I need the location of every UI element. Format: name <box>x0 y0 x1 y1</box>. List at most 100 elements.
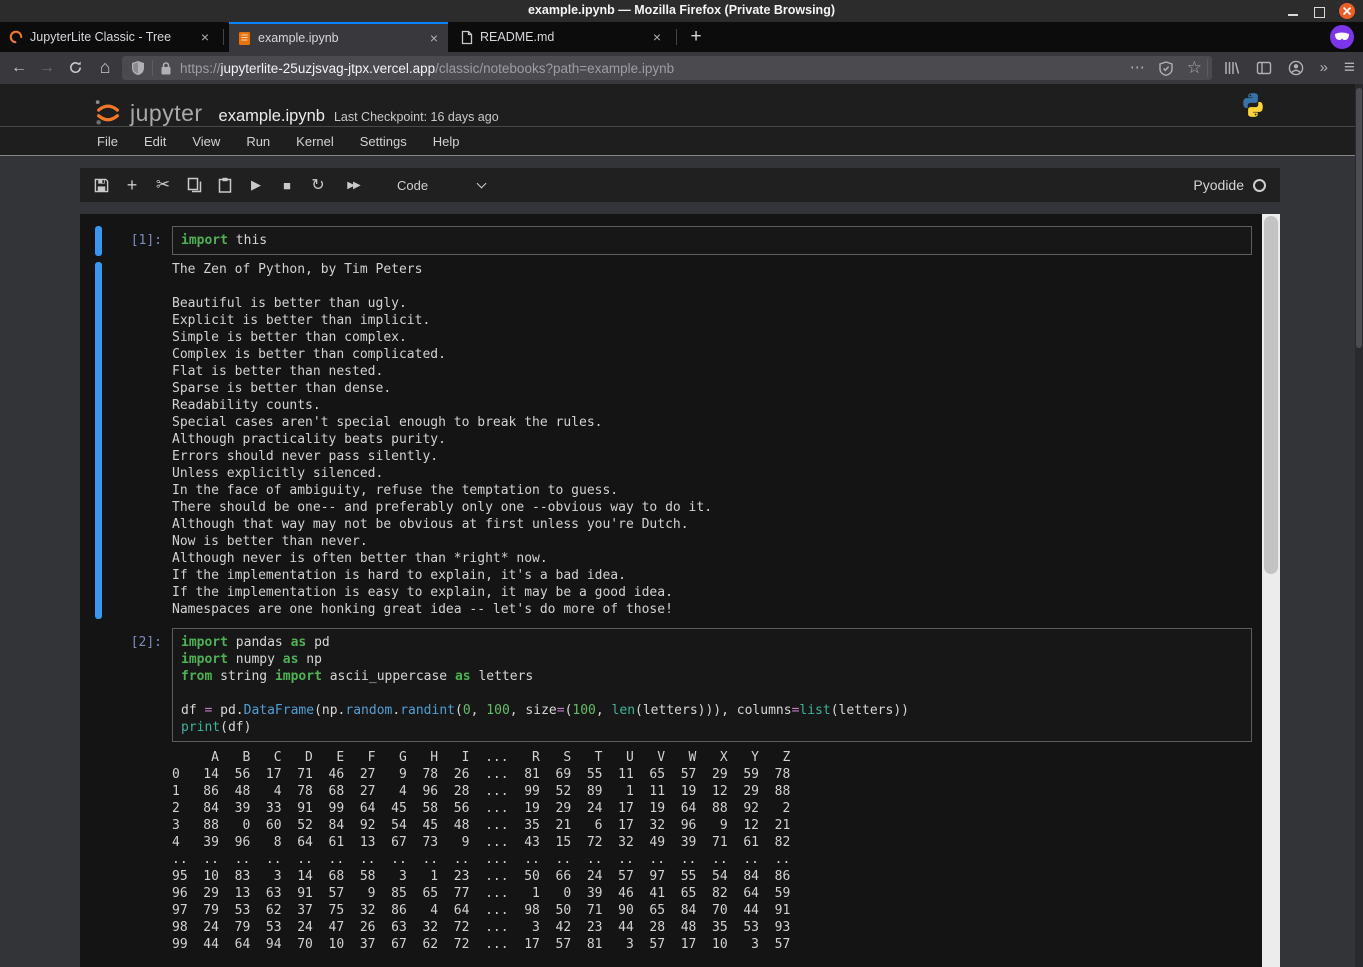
page-actions-icon[interactable]: ⋯ <box>1130 56 1145 80</box>
private-browsing-badge <box>1330 25 1354 49</box>
bookmark-star-icon[interactable]: ☆ <box>1187 56 1202 80</box>
notebook-container: + ✂ ▶ ■ ↻ ▶▶ Code <box>80 168 1280 967</box>
notebook-scrollbar-thumb[interactable] <box>1264 216 1278 574</box>
kernel-idle-icon <box>1253 179 1266 192</box>
browser-navbar: ← → ⌂ https://jupyterlite-25uzjsvag-jtpx… <box>0 52 1363 84</box>
run-cell-button[interactable]: ▶ <box>245 173 267 197</box>
copy-cell-button[interactable] <box>183 173 205 197</box>
tab-title: README.md <box>480 30 649 44</box>
notebook-filename[interactable]: example.ipynb <box>219 107 325 126</box>
code-line: import pandas as pd <box>181 634 1243 651</box>
window-minimize-button[interactable] <box>1285 3 1301 19</box>
notebook-menubar: File Edit View Run Kernel Settings Help <box>0 127 1363 156</box>
jupyter-brand-text[interactable]: jupyter <box>130 100 203 127</box>
menu-edit[interactable]: Edit <box>131 134 179 149</box>
cell-type-select[interactable]: Code <box>389 173 493 197</box>
copy-icon <box>187 177 202 193</box>
url-path: /classic/notebooks?path=example.ipynb <box>435 61 674 76</box>
cell-type-value: Code <box>397 178 428 193</box>
jupyter-header: jupyter example.ipynb Last Checkpoint: 1… <box>0 84 1363 127</box>
code-cell-2[interactable]: [2]: import pandas as pd import numpy as… <box>80 628 1262 742</box>
code-input-2[interactable]: import pandas as pd import numpy as np f… <box>172 628 1252 742</box>
restart-kernel-button[interactable]: ↻ <box>307 173 329 197</box>
tab-title: JupyterLite Classic - Tree <box>30 30 197 44</box>
window-titlebar: example.ipynb — Mozilla Firefox (Private… <box>0 0 1363 22</box>
window-maximize-button[interactable] <box>1311 3 1327 19</box>
urlbar-separator <box>152 60 153 76</box>
window-title: example.ipynb — Mozilla Firefox (Private… <box>0 3 1363 17</box>
markdown-file-icon <box>461 30 473 45</box>
checkpoint-status: Last Checkpoint: 16 days ago <box>334 110 499 124</box>
zen-of-python-output: The Zen of Python, by Tim Peters Beautif… <box>172 261 1262 618</box>
paste-cell-button[interactable] <box>214 173 236 197</box>
notebook-cells-area: [1]: import this The Zen of Python, by T… <box>80 214 1262 967</box>
code-line: from string import ascii_uppercase as le… <box>181 668 1243 685</box>
interrupt-kernel-button[interactable]: ■ <box>276 173 298 197</box>
menu-file[interactable]: File <box>84 134 131 149</box>
browser-scrollbar-thumb[interactable] <box>1356 88 1362 348</box>
tab-title: example.ipynb <box>258 31 426 45</box>
reload-button[interactable] <box>62 56 88 80</box>
menu-settings[interactable]: Settings <box>347 134 420 149</box>
close-icon <box>1342 6 1352 16</box>
tracking-protection-shield-icon <box>131 60 145 76</box>
forward-button[interactable]: → <box>34 56 60 80</box>
hamburger-menu-icon[interactable]: ≡ <box>1344 56 1355 80</box>
tab-example-ipynb[interactable]: example.ipynb × <box>229 22 448 52</box>
tab-close-icon[interactable]: × <box>197 29 213 45</box>
permissions-shield-icon[interactable] <box>1159 61 1173 76</box>
code-line <box>181 685 1243 702</box>
menu-run[interactable]: Run <box>233 134 283 149</box>
restart-run-all-button[interactable]: ▶▶ <box>338 173 368 197</box>
dataframe-output: A B C D E F G H I ... R S T U V W X Y Z … <box>172 749 1262 967</box>
account-icon[interactable] <box>1288 60 1304 76</box>
kernel-indicator: Pyodide <box>1193 177 1280 193</box>
url-scheme: https:// <box>180 61 221 76</box>
jupyter-logo-icon[interactable] <box>92 97 124 127</box>
menu-help[interactable]: Help <box>420 134 473 149</box>
url-text: https://jupyterlite-25uzjsvag-jtpx.verce… <box>180 61 674 76</box>
cell-2-output-area: A B C D E F G H I ... R S T U V W X Y Z … <box>80 748 1262 967</box>
code-cell-1[interactable]: [1]: import this <box>80 226 1262 255</box>
save-button[interactable] <box>90 173 112 197</box>
add-cell-button[interactable]: + <box>121 173 143 197</box>
cut-cell-button[interactable]: ✂ <box>152 173 174 197</box>
notebook-page-body: + ✂ ▶ ■ ↻ ▶▶ Code <box>0 157 1363 967</box>
reload-icon <box>68 60 83 75</box>
save-icon <box>94 178 109 193</box>
input-prompt: [2]: <box>80 628 162 650</box>
chevron-down-icon <box>477 179 487 189</box>
url-bar[interactable]: https://jupyterlite-25uzjsvag-jtpx.verce… <box>122 56 1212 80</box>
home-button[interactable]: ⌂ <box>92 56 118 80</box>
new-tab-button[interactable]: + <box>683 24 709 50</box>
overflow-menu-icon[interactable]: » <box>1320 56 1328 80</box>
selected-cell-input-bar <box>95 226 102 256</box>
private-mask-icon <box>1334 32 1350 42</box>
notebook-scrollbar[interactable] <box>1262 214 1280 967</box>
code-line: import this <box>181 232 1243 249</box>
library-icon[interactable] <box>1224 60 1240 76</box>
tab-readme-md[interactable]: README.md × <box>452 22 671 52</box>
menu-kernel[interactable]: Kernel <box>283 134 347 149</box>
input-prompt: [1]: <box>80 226 162 248</box>
navbar-right-icons: » ≡ <box>1207 56 1355 80</box>
back-button[interactable]: ← <box>6 56 32 80</box>
paste-icon <box>218 177 232 193</box>
tab-separator <box>676 29 677 45</box>
window-close-button[interactable] <box>1339 3 1355 19</box>
browser-scrollbar[interactable] <box>1355 84 1363 967</box>
tab-jupyterlite-tree[interactable]: JupyterLite Classic - Tree × <box>0 22 219 52</box>
code-line: import numpy as np <box>181 651 1243 668</box>
navbar-separator <box>1207 59 1208 77</box>
selected-cell-output-bar <box>95 262 102 619</box>
code-input-1[interactable]: import this <box>172 226 1252 255</box>
notebook-toolbar: + ✂ ▶ ■ ↻ ▶▶ Code <box>80 168 1280 202</box>
cell-1-output-area: The Zen of Python, by Tim Peters Beautif… <box>80 261 1262 618</box>
tab-close-icon[interactable]: × <box>426 30 442 46</box>
code-line: print(df) <box>181 719 1243 736</box>
tab-close-icon[interactable]: × <box>649 29 665 45</box>
sidebars-icon[interactable] <box>1256 60 1272 76</box>
menu-view[interactable]: View <box>179 134 233 149</box>
kernel-name: Pyodide <box>1193 177 1244 193</box>
browser-tabbar: JupyterLite Classic - Tree × example.ipy… <box>0 22 1363 52</box>
